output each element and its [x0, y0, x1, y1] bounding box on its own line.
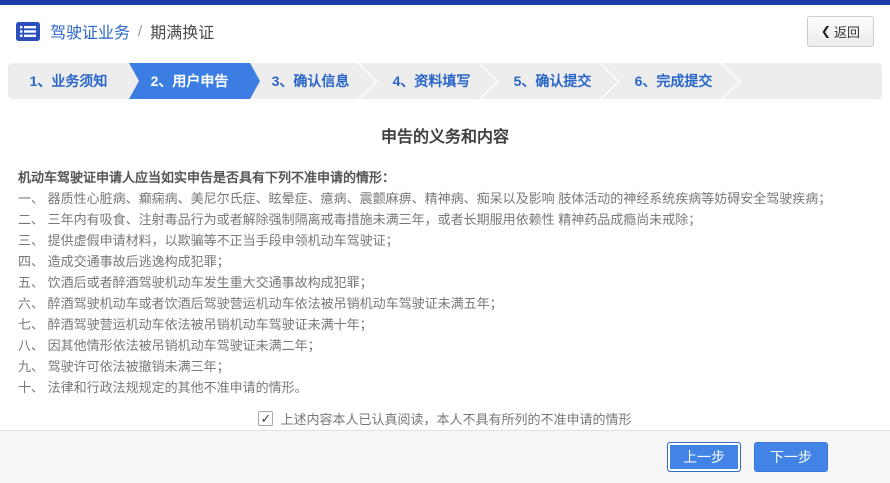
- declaration-item-10: 十、 法律和行政法规规定的其他不准申请的情形。: [18, 377, 872, 398]
- declaration-item-4: 四、 造成交通事故后逃逸构成犯罪；: [18, 251, 872, 272]
- declaration-item-8: 八、 因其他情形依法被吊销机动车驾驶证未满二年；: [18, 335, 872, 356]
- breadcrumb-separator: /: [138, 23, 142, 40]
- agreement-row[interactable]: ✓ 上述内容本人已认真阅读，本人不具有所列的不准申请的情形: [0, 409, 890, 428]
- page-title: 申告的义务和内容: [0, 123, 890, 147]
- breadcrumb-current-page: 期满换证: [150, 19, 214, 43]
- agreement-label: 上述内容本人已认真阅读，本人不具有所列的不准申请的情形: [280, 409, 631, 428]
- page-header: 驾驶证业务 / 期满换证 ❮ 返回: [0, 5, 890, 57]
- agreement-checkbox[interactable]: ✓: [258, 411, 273, 426]
- step-2-user-declaration: 2、用户申告: [129, 63, 250, 99]
- list-icon: [16, 22, 40, 41]
- declaration-item-6: 六、 醉酒驾驶机动车或者饮酒后驾驶营运机动车依法被吊销机动车驾驶证未满五年；: [18, 293, 872, 314]
- back-button[interactable]: ❮ 返回: [807, 16, 874, 47]
- step-1-business-notice: 1、业务须知: [8, 63, 129, 99]
- declaration-item-3: 三、 提供虚假申请材料，以欺骗等不正当手段申领机动车驾驶证；: [18, 230, 872, 251]
- declaration-item-5: 五、 饮酒后或者醉酒驾驶机动车发生重大交通事故构成犯罪；: [18, 272, 872, 293]
- breadcrumb-business-category[interactable]: 驾驶证业务: [50, 19, 130, 43]
- chevron-left-icon: ❮: [821, 24, 831, 38]
- declaration-intro: 机动车驾驶证申请人应当如实申告是否具有下列不准申请的情形：: [18, 167, 872, 188]
- declaration-item-9: 九、 驾驶许可依法被撤销未满三年；: [18, 356, 872, 377]
- next-step-button[interactable]: 下一步: [754, 442, 828, 472]
- declaration-item-7: 七、 醉酒驾驶营运机动车依法被吊销机动车驾驶证未满十年；: [18, 314, 872, 335]
- declaration-item-2: 二、 三年内有吸食、注射毒品行为或者解除强制隔离戒毒措施未满三年，或者长期服用依…: [18, 209, 872, 230]
- declaration-item-1: 一、 器质性心脏病、癫痫病、美尼尔氏症、眩晕症、癔病、震颤麻痹、精神病、痴呆以及…: [18, 188, 872, 209]
- previous-step-button[interactable]: 上一步: [667, 442, 741, 472]
- breadcrumb: 驾驶证业务 / 期满换证: [50, 19, 214, 43]
- declaration-content: 机动车驾驶证申请人应当如实申告是否具有下列不准申请的情形： 一、 器质性心脏病、…: [18, 167, 872, 398]
- footer-action-bar: 上一步 下一步: [0, 430, 890, 483]
- back-button-label: 返回: [834, 22, 860, 41]
- step-wizard: 1、业务须知 2、用户申告 3、确认信息 4、资料填写 5、确认提交 6、完成提…: [8, 63, 882, 99]
